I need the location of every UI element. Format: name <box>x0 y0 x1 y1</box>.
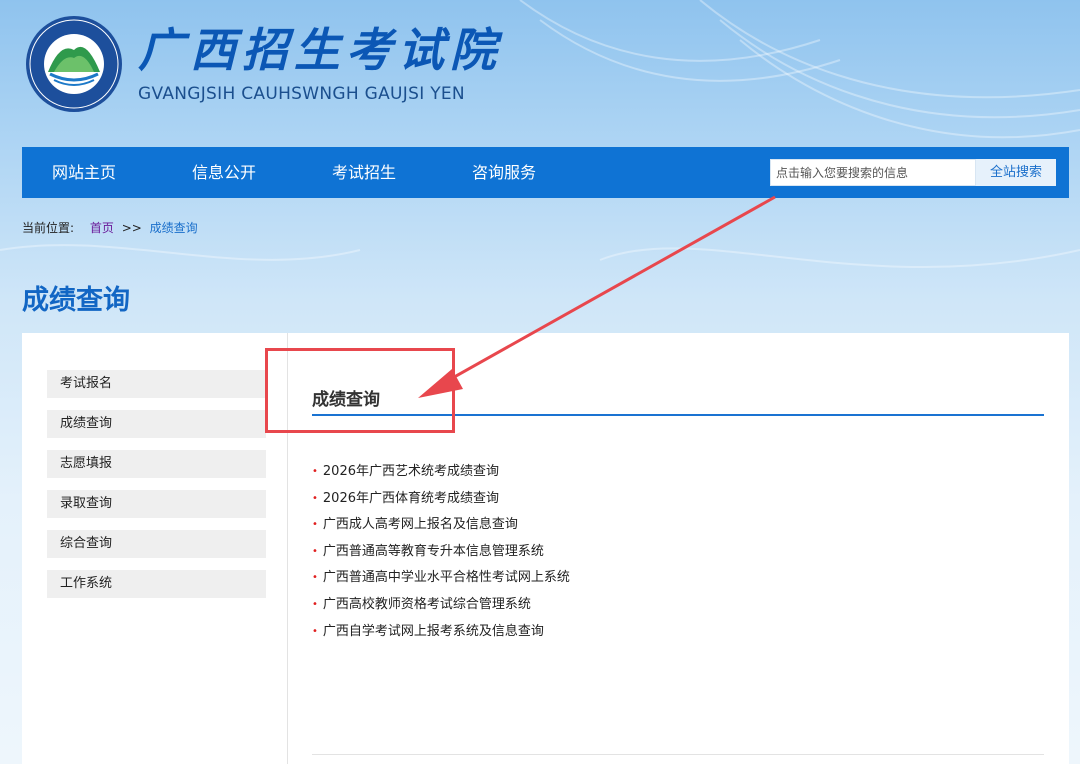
bullet-icon: • <box>312 492 318 504</box>
score-query-link-list: • 2026年广西艺术统考成绩查询 • 2026年广西体育统考成绩查询 • 广西成人高… <box>312 459 570 645</box>
sidebar-item-admission-query[interactable]: 录取查询 <box>47 490 266 518</box>
list-item[interactable]: • 2026年广西体育统考成绩查询 <box>312 486 570 513</box>
site-subtitle: GVANGJSIH CAUHSWNGH GAUJSI YEN <box>138 84 465 104</box>
bullet-icon: • <box>312 466 318 477</box>
nav-item-info-disclosure[interactable]: 信息公开 <box>192 147 256 198</box>
link-label[interactable]: 广西成人高考网上报名及信息查询 <box>323 517 518 532</box>
bullet-icon: • <box>312 598 318 610</box>
bullet-icon: • <box>312 519 318 531</box>
breadcrumb-prefix: 当前位置: <box>22 221 75 235</box>
annotation-highlight-box <box>265 348 455 433</box>
content-bottom-divider <box>312 754 1044 755</box>
breadcrumb-separator: >> <box>121 221 142 235</box>
list-item[interactable]: • 广西成人高考网上报名及信息查询 <box>312 512 570 539</box>
breadcrumb-current: 成绩查询 <box>149 221 198 235</box>
link-label[interactable]: 2026年广西体育统考成绩查询 <box>323 491 499 506</box>
link-label[interactable]: 广西普通高等教育专升本信息管理系统 <box>323 544 544 559</box>
sidebar-item-score-query[interactable]: 成绩查询 <box>47 410 266 438</box>
search-box <box>770 159 976 186</box>
sidebar-item-work-system[interactable]: 工作系统 <box>47 570 266 598</box>
site-search-button[interactable]: 全站搜索 <box>976 159 1056 186</box>
list-item[interactable]: • 广西普通高等教育专升本信息管理系统 <box>312 539 570 566</box>
link-label[interactable]: 广西普通高中学业水平合格性考试网上系统 <box>323 570 570 585</box>
bullet-icon: • <box>312 625 318 637</box>
link-label[interactable]: 2026年广西艺术统考成绩查询 <box>323 464 499 479</box>
sidebar-item-general-query[interactable]: 综合查询 <box>47 530 266 558</box>
page-title: 成绩查询 <box>22 285 130 316</box>
bullet-icon: • <box>312 545 318 557</box>
list-item[interactable]: • 广西高校教师资格考试综合管理系统 <box>312 592 570 619</box>
list-item[interactable]: • 2026年广西艺术统考成绩查询 <box>312 459 570 486</box>
nav-item-exam-enrollment[interactable]: 考试招生 <box>332 147 396 198</box>
main-panel: 考试报名 成绩查询 志愿填报 录取查询 综合查询 工作系统 成绩查询 • 2026… <box>22 333 1069 764</box>
breadcrumb: 当前位置: 首页 >> 成绩查询 <box>22 219 198 236</box>
logo-emblem <box>26 16 122 112</box>
search-input[interactable] <box>771 160 972 185</box>
breadcrumb-home-link[interactable]: 首页 <box>90 221 114 235</box>
site-header: 广西招生考试院 GVANGJSIH CAUHSWNGH GAUJSI YEN <box>0 0 1080 140</box>
sidebar-item-exam-registration[interactable]: 考试报名 <box>47 370 266 398</box>
nav-item-consulting[interactable]: 咨询服务 <box>472 147 536 198</box>
list-item[interactable]: • 广西普通高中学业水平合格性考试网上系统 <box>312 565 570 592</box>
link-label[interactable]: 广西自学考试网上报考系统及信息查询 <box>323 624 544 639</box>
link-label[interactable]: 广西高校教师资格考试综合管理系统 <box>323 597 531 612</box>
sidebar-item-application[interactable]: 志愿填报 <box>47 450 266 478</box>
nav-item-home[interactable]: 网站主页 <box>52 147 116 198</box>
list-item[interactable]: • 广西自学考试网上报考系统及信息查询 <box>312 619 570 646</box>
site-title: 广西招生考试院 <box>138 23 502 77</box>
bullet-icon: • <box>312 572 318 584</box>
